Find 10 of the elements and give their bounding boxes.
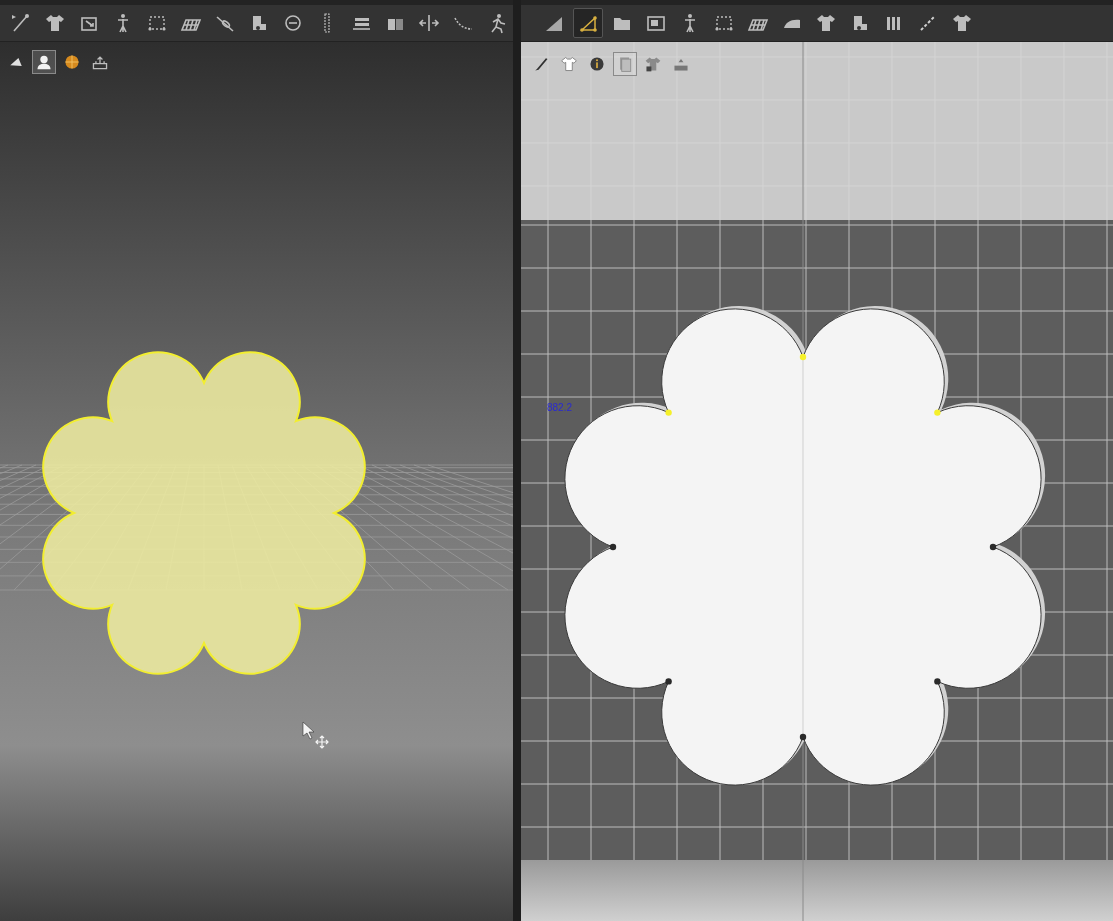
triangle-points-icon[interactable] — [573, 8, 603, 38]
silhouette-icon[interactable] — [32, 50, 56, 74]
pattern-point[interactable] — [799, 733, 807, 741]
measurement-label: 882.2 — [547, 403, 573, 413]
pattern-point[interactable] — [934, 678, 941, 685]
cursor-icon — [302, 721, 315, 740]
pattern-point[interactable] — [665, 678, 672, 685]
pattern-point[interactable] — [609, 543, 617, 551]
pattern-point[interactable] — [989, 543, 997, 551]
move-icon — [315, 735, 329, 749]
